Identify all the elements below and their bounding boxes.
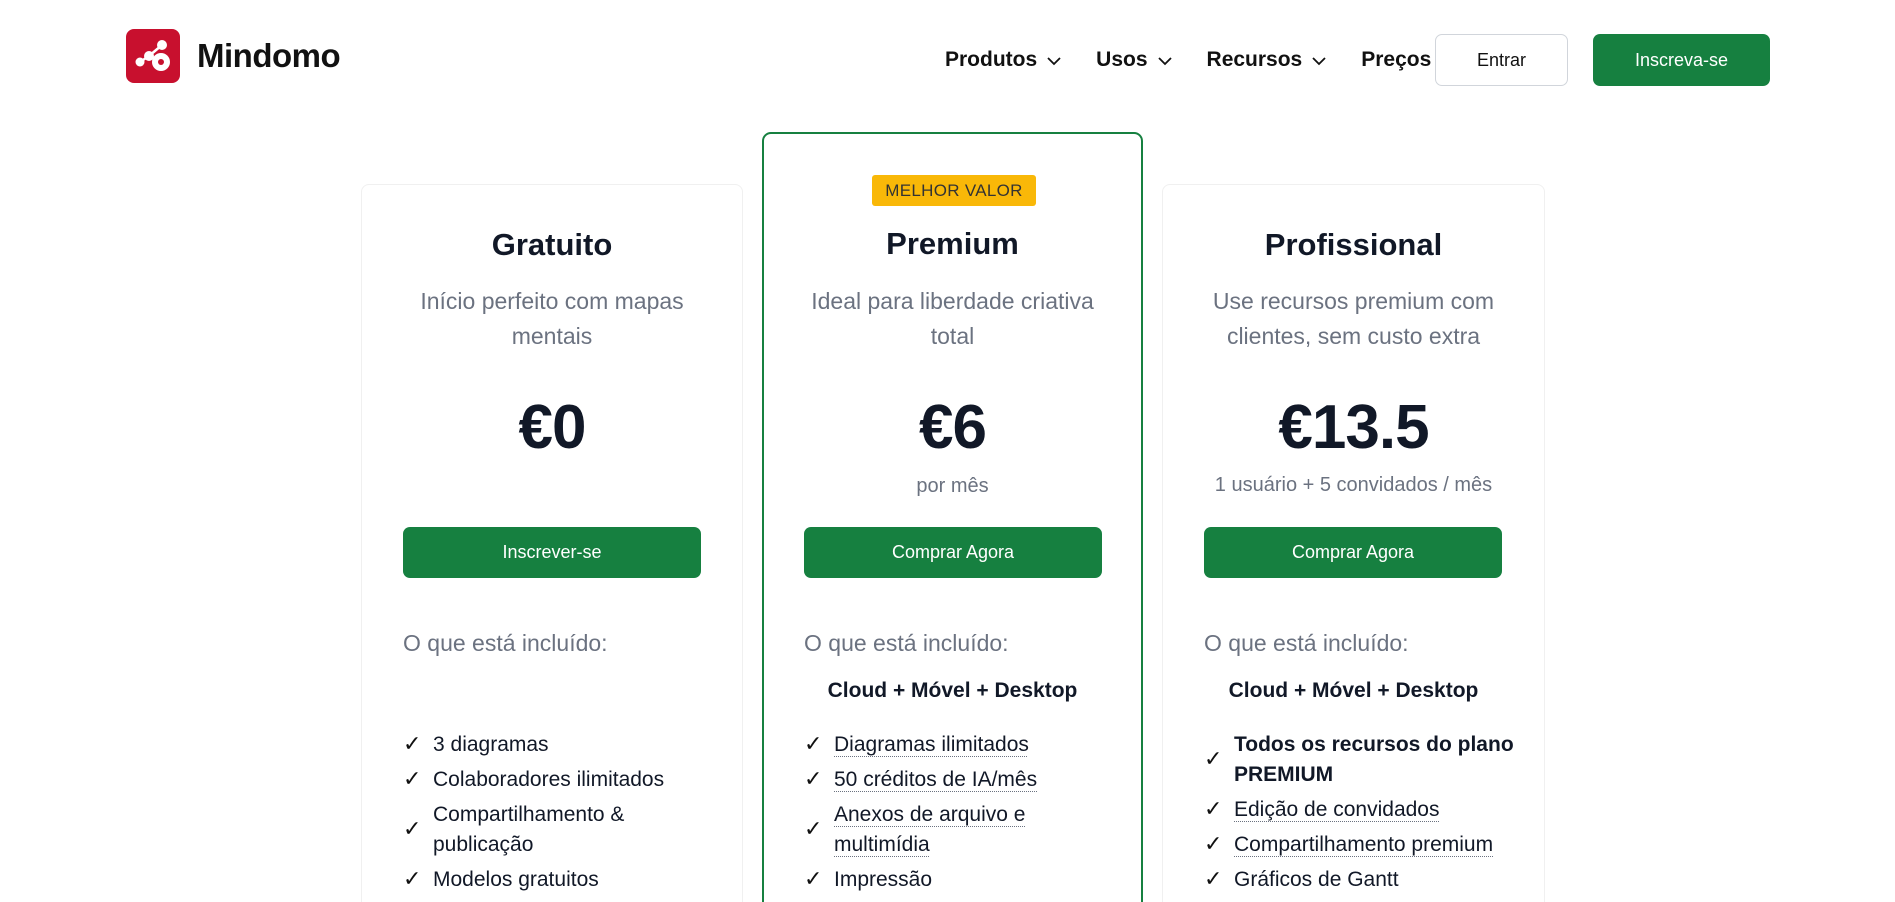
- nav-item-produtos[interactable]: Produtos: [945, 48, 1062, 72]
- nav-item-recursos[interactable]: Recursos: [1207, 48, 1328, 72]
- buy-premium-button[interactable]: Comprar Agora: [804, 527, 1102, 578]
- platforms-label: Cloud + Móvel + Desktop: [1228, 679, 1479, 702]
- feature-text: Gráficos de Gantt: [1234, 868, 1399, 891]
- nav-item-label: Preços: [1361, 48, 1432, 71]
- logo[interactable]: Mindomo: [126, 29, 341, 83]
- feature-text: Anexos de arquivo e multimídia: [834, 803, 1026, 856]
- feature-text: Diagramas ilimitados: [834, 733, 1029, 756]
- signup-button[interactable]: Inscreva-se: [1593, 34, 1770, 86]
- check-icon: ✓: [804, 732, 823, 757]
- nav-item-usos[interactable]: Usos: [1096, 48, 1172, 72]
- plan-name: Profissional: [1264, 227, 1443, 262]
- logo-text: Mindomo: [197, 37, 341, 74]
- list-item[interactable]: ✓ Compartilhamento premium: [1204, 830, 1514, 860]
- platforms-label: Cloud + Móvel + Desktop: [827, 679, 1078, 702]
- feature-text: Modelos gratuitos: [433, 868, 599, 891]
- check-icon: ✓: [403, 732, 422, 757]
- check-icon: ✓: [1204, 867, 1223, 892]
- list-item: ✓ Gráficos de Gantt: [1204, 865, 1514, 895]
- mindomo-logo-icon: [126, 29, 180, 83]
- list-item: ✓ Colaboradores ilimitados: [403, 765, 712, 795]
- plan-description: Use recursos premium com clientes, sem c…: [1212, 288, 1495, 349]
- plan-name: Gratuito: [491, 227, 613, 262]
- plan-card-premium: MELHOR VALOR Premium Ideal para liberdad…: [762, 132, 1143, 902]
- nav-item-precos[interactable]: Preços: [1361, 48, 1431, 72]
- chevron-down-icon: [1047, 57, 1061, 66]
- feature-list: ✓ Diagramas ilimitados ✓ 50 créditos de …: [804, 730, 1111, 900]
- nav-item-label: Usos: [1096, 48, 1148, 71]
- included-label: O que está incluído:: [1204, 630, 1409, 656]
- plan-card-profissional: Profissional Use recursos premium com cl…: [1162, 184, 1545, 902]
- list-item: ✓ Todos os recursos do plano PREMIUM: [1204, 730, 1514, 790]
- feature-text: Colaboradores ilimitados: [433, 768, 665, 791]
- plan-period: 1 usuário + 5 convidados / mês: [1214, 474, 1493, 496]
- plan-price: €0: [518, 393, 587, 462]
- check-icon: ✓: [804, 817, 823, 842]
- check-icon: ✓: [804, 867, 823, 892]
- list-item[interactable]: ✓ Anexos de arquivo e multimídia: [804, 800, 1111, 860]
- list-item[interactable]: ✓ 50 créditos de IA/mês: [804, 765, 1111, 795]
- feature-list: ✓ Todos os recursos do plano PREMIUM ✓ E…: [1204, 730, 1514, 900]
- main-nav: Produtos Usos Recursos Preços: [945, 34, 1462, 86]
- list-item: ✓ Impressão: [804, 865, 1111, 895]
- list-item: ✓ Compartilhamento & publicação: [403, 800, 712, 860]
- feature-text: Impressão: [834, 868, 933, 891]
- nav-item-label: Recursos: [1206, 48, 1303, 71]
- list-item[interactable]: ✓ Edição de convidados: [1204, 795, 1514, 825]
- plan-price: €6: [919, 393, 987, 462]
- signup-free-button[interactable]: Inscrever-se: [403, 527, 701, 578]
- feature-text: 50 créditos de IA/mês: [834, 768, 1038, 791]
- login-button[interactable]: Entrar: [1435, 34, 1568, 86]
- nav-item-label: Produtos: [945, 48, 1038, 71]
- buy-professional-button[interactable]: Comprar Agora: [1204, 527, 1502, 578]
- feature-text: Compartilhamento premium: [1234, 833, 1494, 856]
- feature-text: Compartilhamento & publicação: [433, 803, 625, 856]
- feature-text: 3 diagramas: [433, 733, 549, 756]
- plan-period: por mês: [916, 475, 989, 497]
- best-value-badge: MELHOR VALOR: [872, 175, 1036, 206]
- site-header: Mindomo Produtos Usos Recursos Preços En…: [0, 0, 1895, 120]
- check-icon: ✓: [804, 767, 823, 792]
- check-icon: ✓: [1204, 747, 1223, 772]
- list-item: ✓ Modelos gratuitos: [403, 865, 712, 895]
- check-icon: ✓: [403, 767, 422, 792]
- included-label: O que está incluído:: [804, 630, 1009, 656]
- list-item: ✓ 3 diagramas: [403, 730, 712, 760]
- plan-price: €13.5: [1278, 393, 1429, 462]
- feature-list: ✓ 3 diagramas ✓ Colaboradores ilimitados…: [403, 730, 712, 900]
- plan-name: Premium: [886, 226, 1019, 261]
- plan-description: Início perfeito com mapas mentais: [420, 288, 684, 349]
- feature-text: Todos os recursos do plano PREMIUM: [1234, 733, 1514, 786]
- check-icon: ✓: [403, 867, 422, 892]
- chevron-down-icon: [1157, 57, 1172, 66]
- check-icon: ✓: [1204, 797, 1223, 822]
- check-icon: ✓: [1204, 832, 1223, 857]
- list-item[interactable]: ✓ Diagramas ilimitados: [804, 730, 1111, 760]
- check-icon: ✓: [403, 817, 422, 842]
- included-label: O que está incluído:: [403, 630, 608, 656]
- plan-description: Ideal para liberdade criativa total: [811, 288, 1094, 349]
- plan-card-gratuito: Gratuito Início perfeito com mapas menta…: [361, 184, 743, 902]
- chevron-down-icon: [1312, 57, 1326, 66]
- feature-text: Edição de convidados: [1234, 798, 1440, 821]
